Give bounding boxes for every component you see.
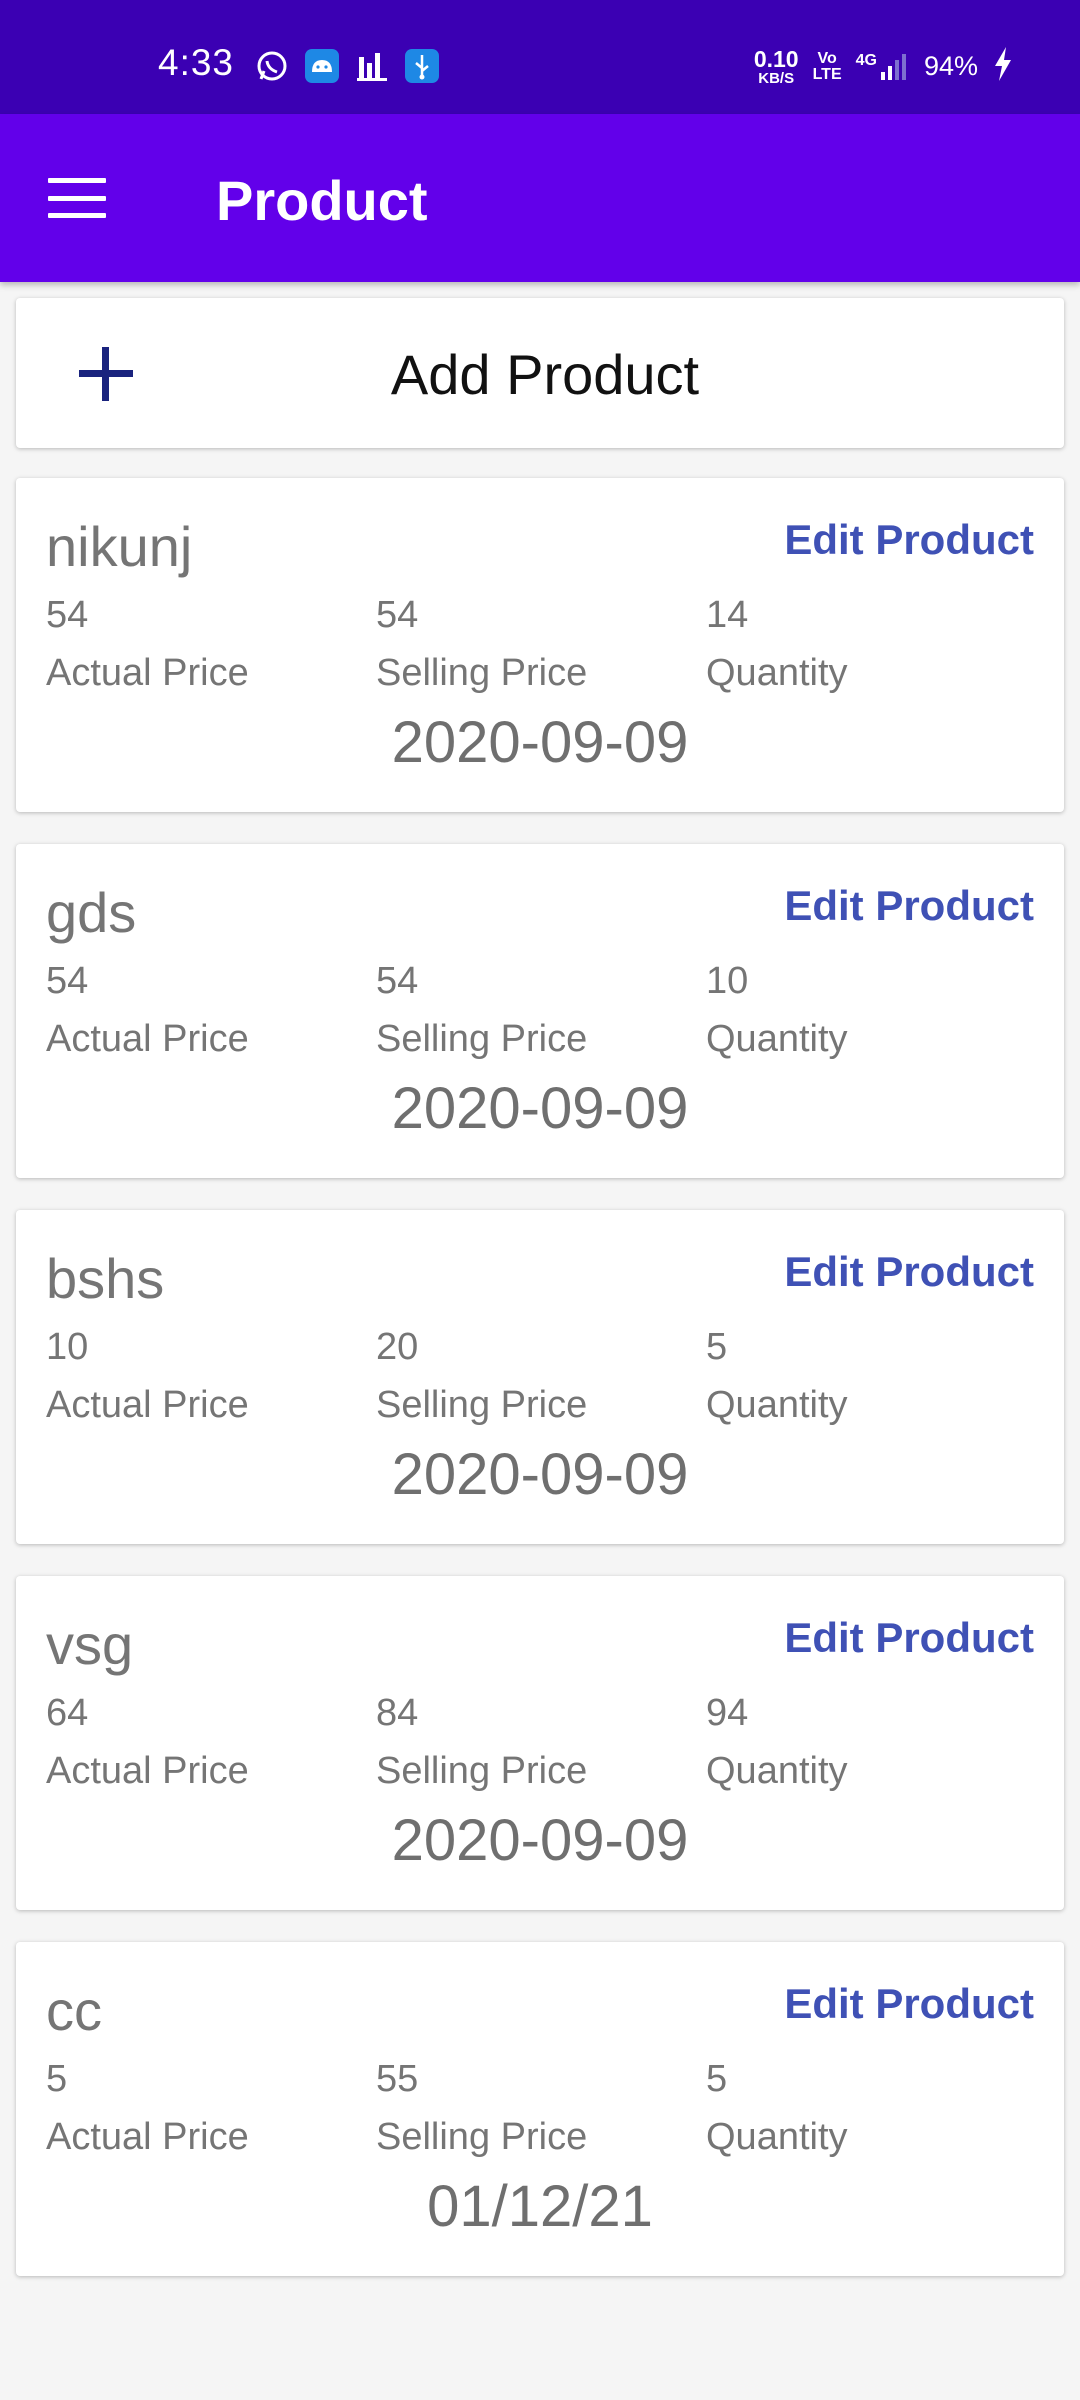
actual-price-field: 10 Actual Price bbox=[46, 1328, 249, 1424]
selling-price-label: Selling Price bbox=[376, 1750, 588, 1792]
charging-icon bbox=[992, 46, 1014, 87]
product-date: 2020-09-09 bbox=[391, 1076, 689, 1141]
product-name: cc bbox=[46, 1979, 102, 2042]
menu-icon[interactable] bbox=[48, 170, 120, 226]
product-date: 2020-09-09 bbox=[391, 710, 689, 775]
actual-price-field: 54 Actual Price bbox=[46, 962, 249, 1058]
usb-icon bbox=[404, 48, 440, 84]
android-icon bbox=[304, 48, 340, 84]
chart-icon bbox=[354, 48, 390, 84]
actual-price-value: 64 bbox=[46, 1692, 89, 1734]
actual-price-value: 10 bbox=[46, 1326, 89, 1368]
whatsapp-icon bbox=[254, 48, 290, 84]
edit-product-button[interactable]: Edit Product bbox=[784, 1248, 1034, 1296]
status-time: 4:33 bbox=[158, 42, 235, 83]
actual-price-value: 54 bbox=[46, 594, 89, 636]
quantity-value: 5 bbox=[706, 1326, 728, 1368]
quantity-field: 5 Quantity bbox=[706, 2060, 848, 2156]
page-title: Product bbox=[216, 169, 428, 232]
actual-price-label: Actual Price bbox=[46, 2116, 249, 2158]
actual-price-label: Actual Price bbox=[46, 1750, 249, 1792]
edit-product-button[interactable]: Edit Product bbox=[784, 1614, 1034, 1662]
quantity-field: 14 Quantity bbox=[706, 596, 848, 692]
actual-price-value: 54 bbox=[46, 960, 89, 1002]
actual-price-label: Actual Price bbox=[46, 1384, 249, 1426]
quantity-label: Quantity bbox=[706, 1384, 848, 1426]
actual-price-field: 5 Actual Price bbox=[46, 2060, 249, 2156]
product-name: bshs bbox=[46, 1247, 165, 1310]
selling-price-label: Selling Price bbox=[376, 2116, 588, 2158]
selling-price-value: 20 bbox=[376, 1326, 419, 1368]
quantity-field: 10 Quantity bbox=[706, 962, 848, 1058]
app-bar: Product bbox=[0, 114, 1080, 282]
actual-price-field: 54 Actual Price bbox=[46, 596, 249, 692]
product-name: vsg bbox=[46, 1613, 134, 1676]
status-bar: 4:33 0.10 KB/S Vo LTE 4G 94% bbox=[0, 0, 1080, 114]
selling-price-label: Selling Price bbox=[376, 652, 588, 694]
signal-icon: 4G bbox=[856, 52, 910, 82]
quantity-value: 5 bbox=[706, 2058, 728, 2100]
edit-product-button[interactable]: Edit Product bbox=[784, 1980, 1034, 2028]
add-product-button[interactable]: Add Product bbox=[16, 298, 1064, 448]
edit-product-button[interactable]: Edit Product bbox=[784, 516, 1034, 564]
battery-percent: 94% bbox=[923, 51, 978, 81]
quantity-label: Quantity bbox=[706, 1750, 848, 1792]
product-card: cc Edit Product 5 Actual Price 55 Sellin… bbox=[16, 1942, 1064, 2276]
selling-price-label: Selling Price bbox=[376, 1384, 588, 1426]
product-card: gds Edit Product 54 Actual Price 54 Sell… bbox=[16, 844, 1064, 1178]
product-card: vsg Edit Product 64 Actual Price 84 Sell… bbox=[16, 1576, 1064, 1910]
add-product-label: Add Product bbox=[390, 343, 700, 406]
quantity-value: 94 bbox=[706, 1692, 749, 1734]
quantity-value: 14 bbox=[706, 594, 749, 636]
selling-price-field: 55 Selling Price bbox=[376, 2060, 587, 2156]
actual-price-label: Actual Price bbox=[46, 652, 249, 694]
actual-price-field: 64 Actual Price bbox=[46, 1694, 249, 1790]
product-card: bshs Edit Product 10 Actual Price 20 Sel… bbox=[16, 1210, 1064, 1544]
product-card: nikunj Edit Product 54 Actual Price 54 S… bbox=[16, 478, 1064, 812]
selling-price-value: 54 bbox=[376, 594, 419, 636]
quantity-label: Quantity bbox=[706, 2116, 848, 2158]
selling-price-field: 84 Selling Price bbox=[376, 1694, 587, 1790]
quantity-field: 5 Quantity bbox=[706, 1328, 848, 1424]
selling-price-field: 20 Selling Price bbox=[376, 1328, 587, 1424]
selling-price-value: 84 bbox=[376, 1692, 419, 1734]
edit-product-button[interactable]: Edit Product bbox=[784, 882, 1034, 930]
selling-price-field: 54 Selling Price bbox=[376, 596, 587, 692]
quantity-label: Quantity bbox=[706, 652, 848, 694]
network-speed: 0.10 KB/S bbox=[753, 45, 799, 87]
product-name: gds bbox=[46, 881, 137, 944]
selling-price-label: Selling Price bbox=[376, 1018, 588, 1060]
system-status-icons: 0.10 KB/S Vo LTE 4G 94% bbox=[754, 46, 1014, 87]
selling-price-value: 55 bbox=[376, 2058, 419, 2100]
selling-price-value: 54 bbox=[376, 960, 419, 1002]
product-date: 2020-09-09 bbox=[391, 1442, 689, 1507]
volte-indicator: Vo LTE bbox=[812, 49, 842, 83]
actual-price-value: 5 bbox=[46, 2058, 68, 2100]
actual-price-label: Actual Price bbox=[46, 1018, 249, 1060]
selling-price-field: 54 Selling Price bbox=[376, 962, 587, 1058]
product-date: 2020-09-09 bbox=[391, 1808, 689, 1873]
quantity-label: Quantity bbox=[706, 1018, 848, 1060]
quantity-value: 10 bbox=[706, 960, 749, 1002]
product-date: 01/12/21 bbox=[427, 2174, 653, 2239]
quantity-field: 94 Quantity bbox=[706, 1694, 848, 1790]
notification-icons bbox=[254, 48, 440, 84]
product-name: nikunj bbox=[46, 515, 193, 578]
